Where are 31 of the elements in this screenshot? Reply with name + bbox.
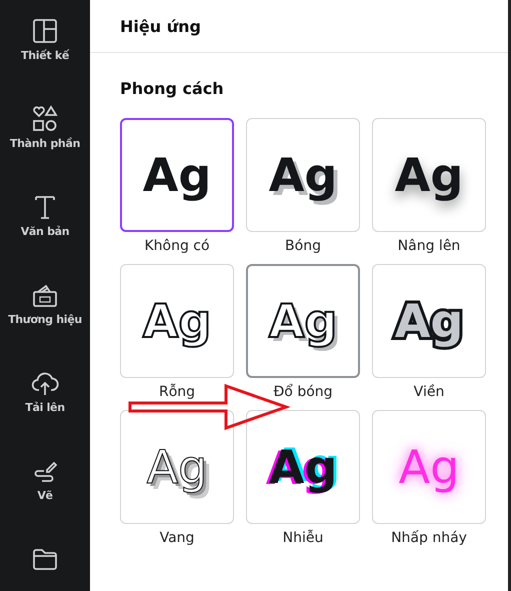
style-label: Vang [160, 530, 194, 546]
style-label: Không có [144, 238, 210, 254]
sidebar-item[interactable]: Thương hiệu [8, 280, 82, 346]
sidebar-label: Văn bản [20, 225, 70, 238]
sidebar-label: Vẽ [37, 489, 53, 502]
style-label: Nâng lên [398, 238, 460, 254]
section-heading: Phong cách [120, 79, 225, 98]
sidebar-item[interactable]: Thiết kế [20, 16, 70, 82]
sidebar-label: Thành phần [10, 137, 80, 150]
sidebar-item[interactable]: Thành phần [10, 104, 80, 170]
style-tile[interactable]: Ag [120, 264, 234, 378]
layout-icon [30, 16, 60, 46]
panel-title: Hiệu ứng [120, 16, 201, 36]
sidebar-item[interactable]: Vẽ [30, 456, 60, 522]
style-tile[interactable]: Ag [246, 264, 360, 378]
style-tile[interactable]: Ag [372, 118, 486, 232]
sidebar-label: Thương hiệu [8, 313, 82, 326]
sidebar-item[interactable]: Tải lên [25, 368, 65, 434]
sidebar-item[interactable]: Văn bản [20, 192, 70, 258]
style-label: Nhiễu [282, 530, 324, 546]
style-tile[interactable]: Ag [246, 410, 360, 524]
style-label: Bóng [285, 238, 321, 254]
shapes-icon [30, 104, 60, 134]
style-label: Viền [414, 384, 444, 400]
sidebar-label: Tải lên [25, 401, 65, 414]
style-label: Đổ bóng [273, 384, 333, 400]
style-tile[interactable]: Ag [246, 118, 360, 232]
style-label: Nhấp nháy [391, 530, 467, 546]
style-label: Rỗng [158, 384, 196, 400]
style-tile[interactable]: Ag [120, 118, 234, 232]
sidebar-label: Thiết kế [20, 49, 70, 62]
